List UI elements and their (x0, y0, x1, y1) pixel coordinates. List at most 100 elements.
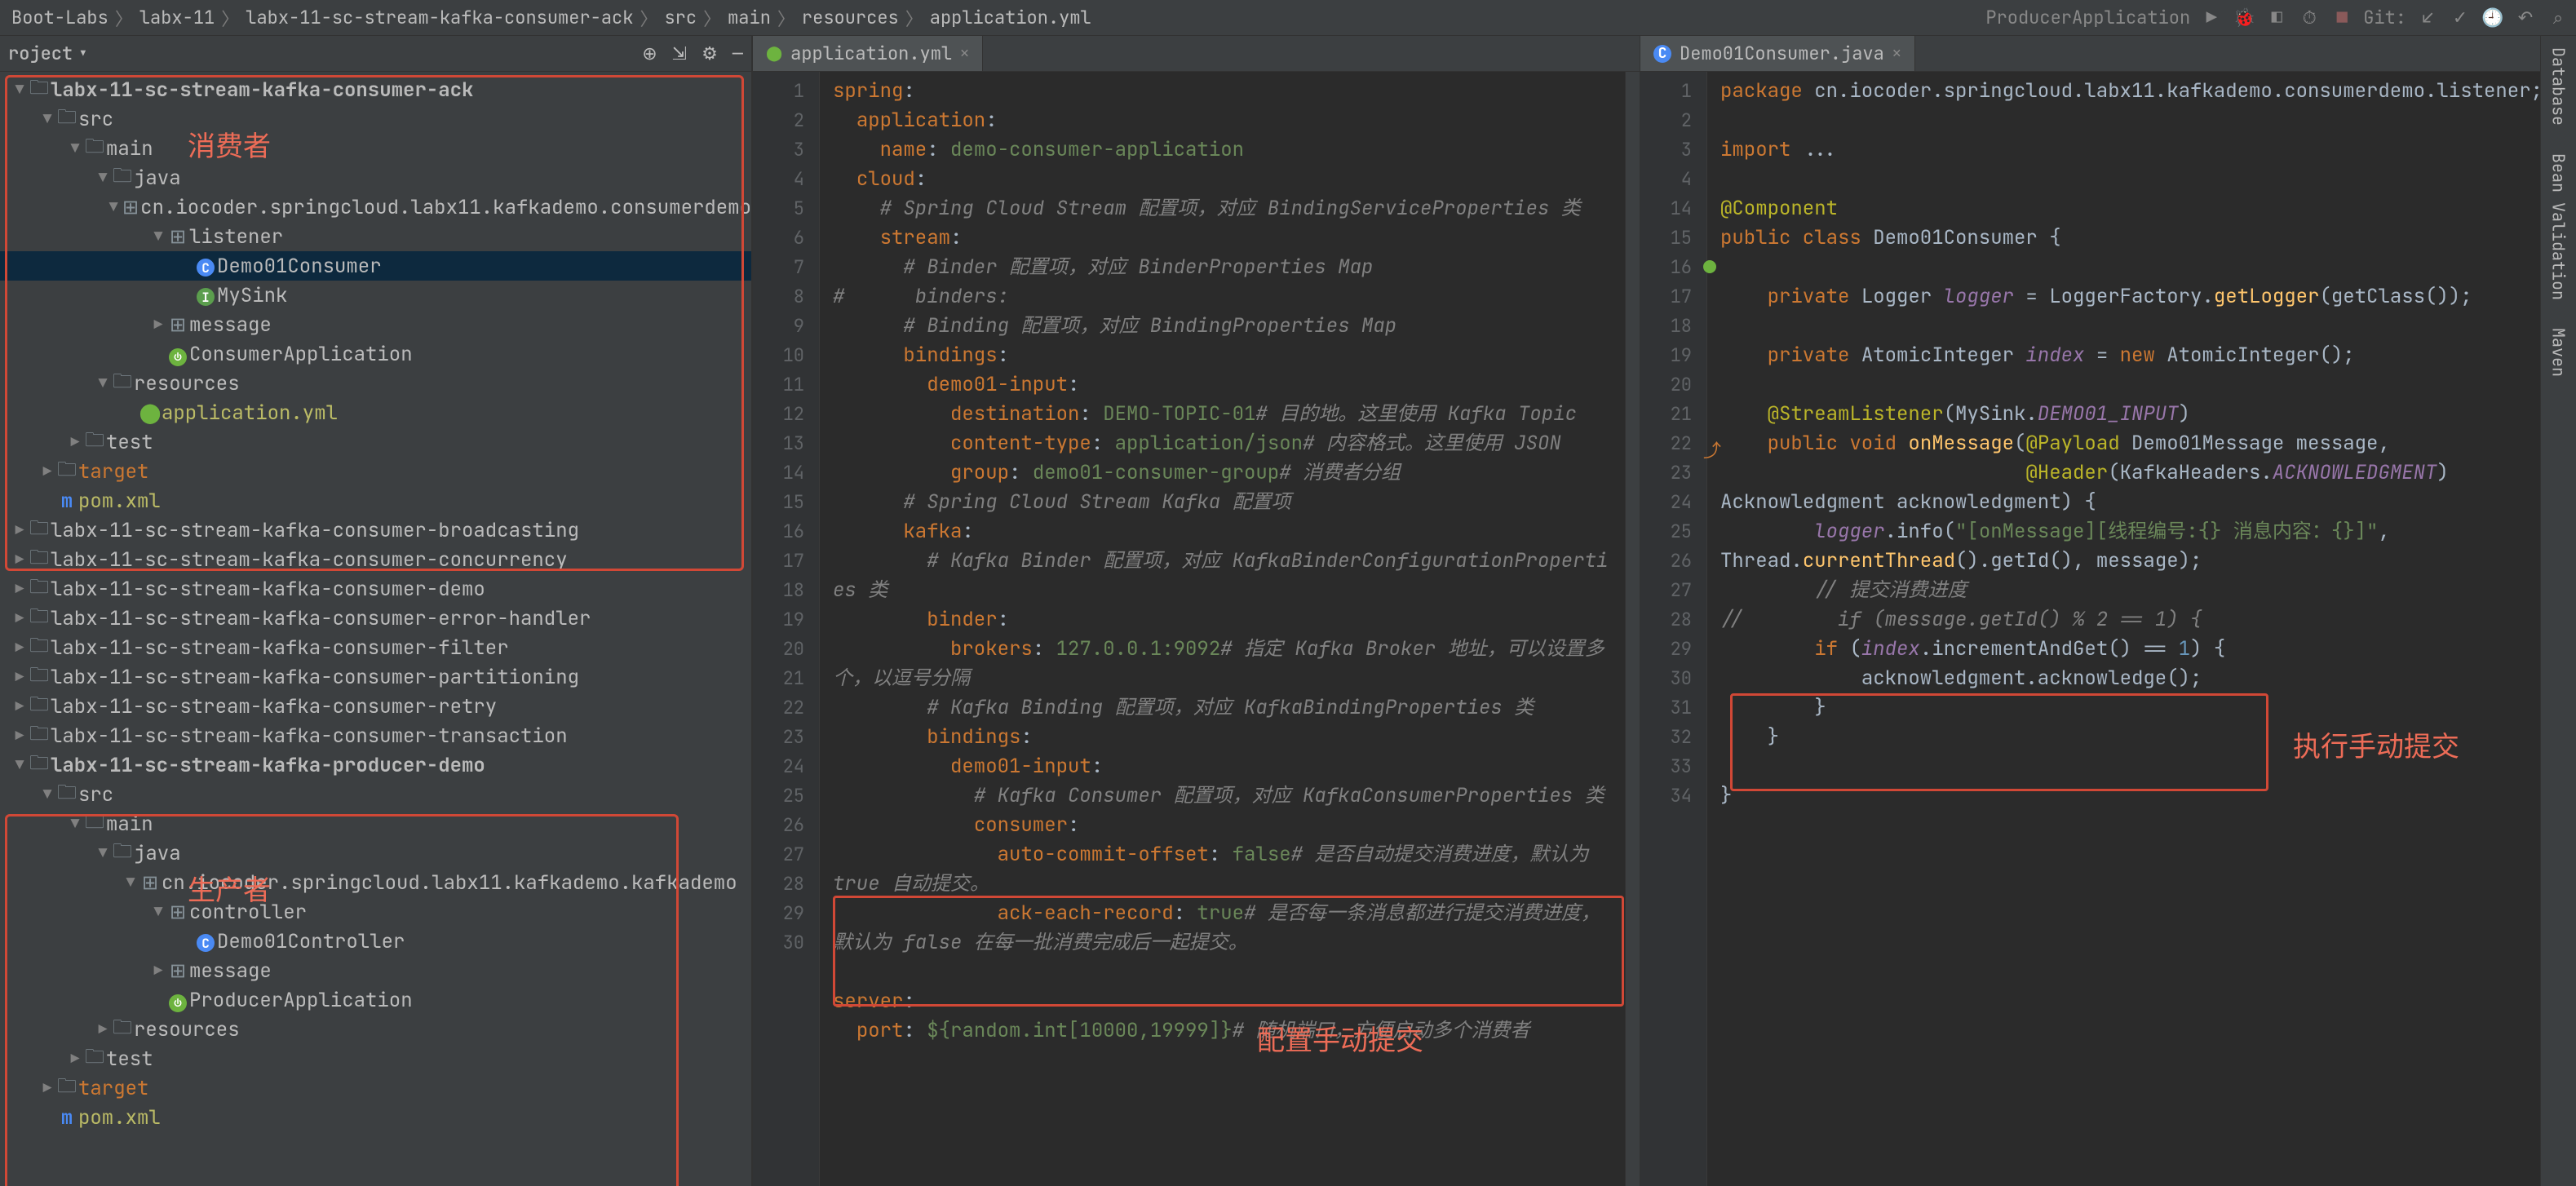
chevron-icon[interactable]: ▶ (67, 1050, 83, 1069)
close-icon[interactable]: ✕ (1892, 44, 1901, 63)
tree-row[interactable]: ▶🗀labx-11-sc-stream-kafka-consumer-parti… (0, 662, 751, 692)
chevron-icon[interactable]: ▶ (11, 551, 28, 569)
tree-row[interactable]: ▶🗀test (0, 427, 751, 457)
tree-row[interactable]: mpom.xml (0, 486, 751, 516)
tree-row[interactable]: ▼🗀java (0, 163, 751, 193)
tree-row[interactable]: ▶⊞message (0, 956, 751, 985)
breadcrumb-item[interactable]: labx-11-sc-stream-kafka-consumer-ack (241, 6, 638, 29)
run-config-dropdown[interactable]: ProducerApplication (1985, 6, 2190, 29)
coverage-icon[interactable]: ◧ (2265, 7, 2288, 29)
tree-row[interactable]: ▶⊞message (0, 310, 751, 339)
chevron-icon[interactable]: ▼ (95, 374, 111, 393)
tab-application-yml[interactable]: ⬤ application.yml ✕ (753, 36, 983, 71)
tree-row[interactable]: ▶🗀test (0, 1044, 751, 1073)
chevron-icon[interactable]: ▼ (11, 81, 28, 100)
chevron-down-icon[interactable]: ▾ (77, 42, 88, 65)
tree-row[interactable]: ▼🗀labx-11-sc-stream-kafka-consumer-ack (0, 75, 751, 104)
vcs-update-icon[interactable]: ↙ (2416, 7, 2439, 29)
chevron-icon[interactable]: ▶ (150, 962, 166, 980)
project-tree[interactable]: ▼🗀labx-11-sc-stream-kafka-consumer-ack▼🗀… (0, 72, 751, 1135)
tool-bean-validation[interactable]: Bean Validation (2545, 142, 2573, 312)
chevron-icon[interactable]: ▶ (150, 316, 166, 334)
tree-row[interactable]: ▼🗀main (0, 809, 751, 839)
tree-row[interactable]: ▶🗀labx-11-sc-stream-kafka-consumer-error… (0, 604, 751, 633)
run-icon[interactable]: ▶ (2200, 7, 2223, 29)
tree-row[interactable]: ▼⊞controller (0, 897, 751, 927)
chevron-icon[interactable]: ▶ (11, 697, 28, 716)
chevron-icon[interactable]: ▼ (67, 139, 83, 158)
chevron-icon[interactable]: ▼ (39, 110, 55, 129)
tree-row[interactable]: CDemo01Controller (0, 927, 751, 956)
gutter-right[interactable]: 1234141516171819202122⤴23242526272829303… (1640, 72, 1707, 1186)
tree-row[interactable]: ▼🗀main (0, 134, 751, 163)
tree-row[interactable]: ▼🗀src (0, 780, 751, 809)
vcs-rollback-icon[interactable]: ↶ (2514, 7, 2537, 29)
tree-row[interactable]: ▼🗀labx-11-sc-stream-kafka-producer-demo (0, 750, 751, 780)
tree-row[interactable]: ▶🗀labx-11-sc-stream-kafka-consumer-trans… (0, 721, 751, 750)
expand-icon[interactable]: ⇲ (672, 42, 687, 65)
stop-icon[interactable]: ■ (2330, 7, 2353, 29)
tree-row[interactable]: ▶🗀labx-11-sc-stream-kafka-consumer-retry (0, 692, 751, 721)
chevron-icon[interactable]: ▼ (150, 903, 166, 922)
tool-maven[interactable]: Maven (2545, 316, 2573, 388)
error-stripe[interactable] (1625, 72, 1640, 1186)
chevron-icon[interactable]: ▶ (11, 668, 28, 687)
breadcrumb-item[interactable]: labx-11 (135, 6, 219, 29)
tree-row[interactable]: ▶🗀target (0, 1073, 751, 1103)
tab-demo01consumer[interactable]: C Demo01Consumer.java ✕ (1640, 36, 1915, 71)
tree-row[interactable]: ⬤application.yml (0, 398, 751, 427)
hide-icon[interactable]: — (733, 42, 743, 65)
breadcrumb-item[interactable]: main (723, 6, 776, 29)
chevron-icon[interactable]: ▶ (39, 462, 55, 481)
project-header[interactable]: roject ▾ ⊕ ⇲ ⚙ — (0, 36, 751, 72)
tree-row[interactable]: ▶🗀resources (0, 1015, 751, 1044)
chevron-icon[interactable]: ▼ (67, 815, 83, 834)
tree-row[interactable]: ▶🗀labx-11-sc-stream-kafka-consumer-broad… (0, 516, 751, 545)
chevron-icon[interactable]: ▼ (122, 874, 139, 892)
breadcrumb-root[interactable]: Boot-Labs (7, 6, 113, 29)
profile-icon[interactable]: ⏱ (2298, 7, 2321, 29)
chevron-icon[interactable]: ▶ (11, 609, 28, 628)
gear-icon[interactable]: ⚙ (702, 42, 718, 65)
chevron-icon[interactable]: ▼ (95, 169, 111, 188)
tree-row[interactable]: IMySink (0, 281, 751, 310)
tree-row[interactable]: CDemo01Consumer (0, 251, 751, 281)
tree-row[interactable]: ▶🗀labx-11-sc-stream-kafka-consumer-demo (0, 574, 751, 604)
breadcrumb-item[interactable]: resources (797, 6, 904, 29)
vcs-commit-icon[interactable]: ✓ (2449, 7, 2472, 29)
tree-row[interactable]: ⏻ConsumerApplication (0, 339, 751, 369)
chevron-icon[interactable]: ▼ (150, 228, 166, 246)
chevron-icon[interactable]: ▼ (11, 756, 28, 775)
tree-row[interactable]: ▶🗀target (0, 457, 751, 486)
search-icon[interactable]: ⌕ (2547, 7, 2569, 29)
gutter-left[interactable]: 1234567891011121314151617181920212223242… (753, 72, 820, 1186)
debug-icon[interactable]: 🐞 (2233, 7, 2255, 29)
chevron-icon[interactable]: ▼ (106, 198, 120, 217)
chevron-icon[interactable]: ▶ (11, 727, 28, 746)
chevron-icon[interactable]: ▶ (11, 639, 28, 657)
locate-icon[interactable]: ⊕ (642, 42, 657, 65)
tree-row[interactable]: ⏻ProducerApplication (0, 985, 751, 1015)
tree-row[interactable]: ▶🗀labx-11-sc-stream-kafka-consumer-concu… (0, 545, 751, 574)
chevron-icon[interactable]: ▶ (11, 580, 28, 599)
chevron-icon[interactable]: ▶ (11, 521, 28, 540)
tree-row[interactable]: mpom.xml (0, 1103, 751, 1132)
tree-row[interactable]: ▼⊞cn.iocoder.springcloud.labx11.kafkadem… (0, 193, 751, 222)
code-left[interactable]: spring: application: name: demo-consumer… (820, 72, 1625, 1186)
tree-row[interactable]: ▼🗀resources (0, 369, 751, 398)
tree-row[interactable]: ▼⊞cn.iocoder.springcloud.labx11.kafkadem… (0, 868, 751, 897)
chevron-icon[interactable]: ▼ (95, 844, 111, 863)
close-icon[interactable]: ✕ (960, 44, 969, 63)
tool-database[interactable]: Database (2545, 36, 2573, 137)
chevron-icon[interactable]: ▼ (39, 786, 55, 804)
tree-row[interactable]: ▼🗀src (0, 104, 751, 134)
chevron-icon[interactable]: ▶ (95, 1020, 111, 1039)
code-right[interactable]: package cn.iocoder.springcloud.labx11.ka… (1707, 72, 2561, 1186)
tree-row[interactable]: ▶🗀labx-11-sc-stream-kafka-consumer-filte… (0, 633, 751, 662)
breadcrumb-file[interactable]: application.yml (925, 6, 1096, 29)
chevron-icon[interactable]: ▶ (39, 1079, 55, 1098)
vcs-history-icon[interactable]: 🕘 (2481, 7, 2504, 29)
breadcrumb-item[interactable]: src (659, 6, 702, 29)
tree-row[interactable]: ▼⊞listener (0, 222, 751, 251)
tree-row[interactable]: ▼🗀java (0, 839, 751, 868)
